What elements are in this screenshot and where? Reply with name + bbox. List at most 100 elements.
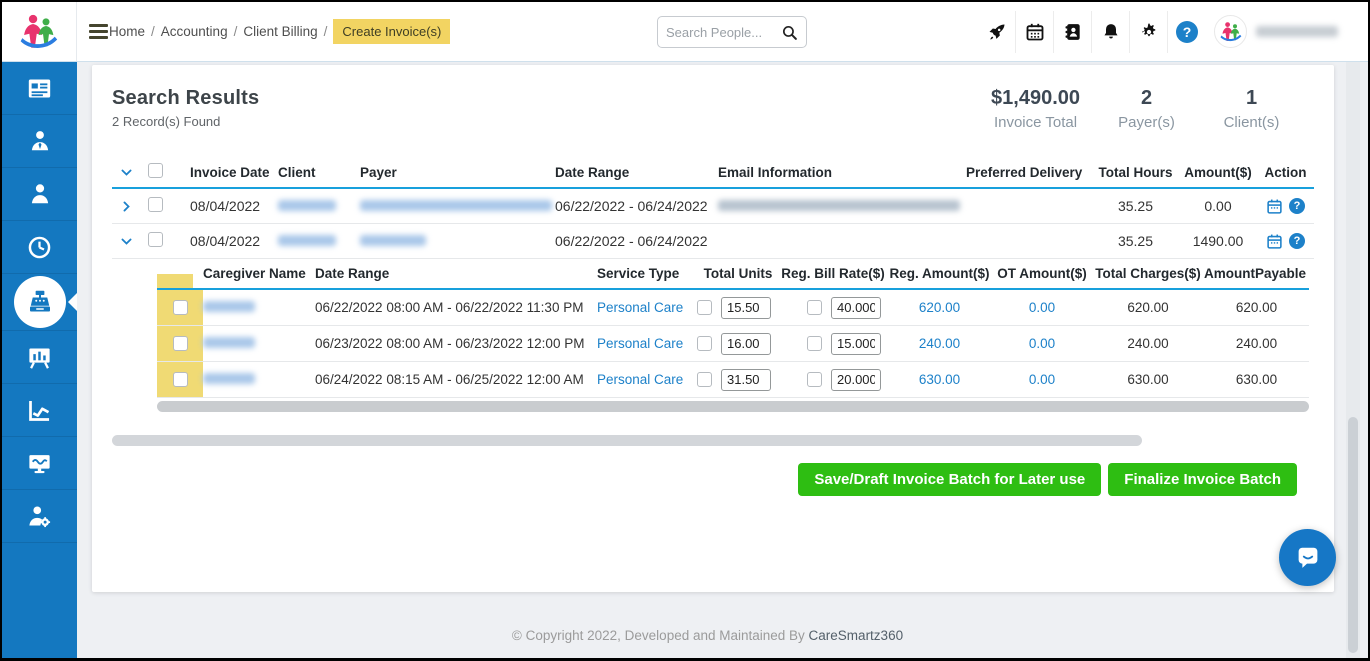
- contacts-icon[interactable]: [1054, 11, 1092, 53]
- row-checkbox[interactable]: [148, 232, 163, 247]
- sidebar-item-analytics[interactable]: [2, 384, 77, 437]
- people-search: [657, 16, 807, 48]
- payers-value: 2: [1108, 87, 1185, 110]
- user-name-redacted: [1256, 26, 1338, 37]
- breadcrumb-client-billing[interactable]: Client Billing: [243, 24, 317, 39]
- invoice-row: 08/04/2022 06/22/2022 - 06/24/2022 35.25…: [112, 224, 1314, 259]
- sidebar-item-scheduling[interactable]: [2, 221, 77, 274]
- bill-rate-input[interactable]: [831, 369, 881, 391]
- sidebar-item-monitoring[interactable]: [2, 437, 77, 490]
- detail-select-col-highlight: [157, 259, 203, 288]
- quick-launch-icon[interactable]: [978, 11, 1016, 53]
- help-icon[interactable]: ?: [1168, 11, 1206, 53]
- ot-amount-link[interactable]: 0.00: [992, 372, 1092, 387]
- total-units-input[interactable]: [721, 333, 771, 355]
- units-override-checkbox[interactable]: [697, 372, 712, 387]
- caregiver-link-redacted[interactable]: [203, 337, 255, 348]
- clients-label: Client(s): [1213, 114, 1290, 131]
- breadcrumb-home[interactable]: Home: [109, 24, 145, 39]
- invoice-date-value: 08/04/2022: [190, 233, 278, 249]
- service-type-link[interactable]: Personal Care: [597, 336, 697, 351]
- vertical-scrollbar-thumb[interactable]: [1348, 417, 1358, 653]
- clients-value: 1: [1213, 87, 1290, 110]
- bill-rate-input[interactable]: [831, 333, 881, 355]
- reg-amount-link[interactable]: 630.00: [887, 372, 992, 387]
- visit-checkbox-highlighted[interactable]: [173, 300, 188, 315]
- collapse-all-chevron-icon[interactable]: [112, 166, 148, 179]
- sidebar-item-accounting-active[interactable]: [2, 274, 77, 331]
- sidebar-item-dashboard[interactable]: [2, 62, 77, 115]
- payer-link-redacted[interactable]: [360, 235, 426, 246]
- caregiver-link-redacted[interactable]: [203, 373, 255, 384]
- live-chat-button[interactable]: [1279, 529, 1336, 586]
- rate-override-checkbox[interactable]: [807, 300, 822, 315]
- expand-row-chevron-icon[interactable]: [112, 200, 148, 213]
- invoice-row: 08/04/2022 06/22/2022 - 06/24/2022 35.25…: [112, 189, 1314, 224]
- sidebar-item-reports[interactable]: [2, 331, 77, 384]
- settings-gear-icon[interactable]: [1130, 11, 1168, 53]
- bill-rate-input[interactable]: [831, 297, 881, 319]
- col-action: Action: [1258, 165, 1313, 180]
- finalize-batch-button[interactable]: Finalize Invoice Batch: [1108, 463, 1297, 496]
- schedule-calendar-icon[interactable]: [1266, 233, 1283, 250]
- calendar-icon[interactable]: [1016, 11, 1054, 53]
- invoice-table-horizontal-scrollbar[interactable]: [112, 435, 1142, 446]
- rate-override-checkbox[interactable]: [807, 372, 822, 387]
- schedule-calendar-icon[interactable]: [1266, 198, 1283, 215]
- service-type-link[interactable]: Personal Care: [597, 372, 697, 387]
- select-all-checkbox[interactable]: [148, 163, 163, 178]
- reg-amount-link[interactable]: 620.00: [887, 300, 992, 315]
- search-input[interactable]: [666, 25, 777, 40]
- collapse-row-chevron-icon[interactable]: [112, 235, 148, 248]
- amount-payable-value: 240.00: [1204, 336, 1309, 351]
- detail-table-horizontal-scrollbar[interactable]: [157, 401, 1309, 412]
- col-amount-payable: AmountPayable: [1204, 266, 1309, 281]
- ot-amount-link[interactable]: 0.00: [992, 300, 1092, 315]
- search-icon[interactable]: [781, 24, 798, 41]
- breadcrumb-accounting[interactable]: Accounting: [161, 24, 228, 39]
- col-date-range: Date Range: [555, 165, 718, 180]
- units-override-checkbox[interactable]: [697, 336, 712, 351]
- sidebar-item-admin[interactable]: [2, 490, 77, 543]
- reg-amount-link[interactable]: 240.00: [887, 336, 992, 351]
- row-help-icon[interactable]: ?: [1289, 198, 1305, 214]
- cash-register-icon: [25, 287, 55, 317]
- notifications-bell-icon[interactable]: [1092, 11, 1130, 53]
- col-caregiver-name: Caregiver Name: [203, 266, 315, 281]
- sidebar-item-clients[interactable]: [2, 168, 77, 221]
- client-link-redacted[interactable]: [278, 235, 336, 246]
- save-draft-batch-button[interactable]: Save/Draft Invoice Batch for Later use: [798, 463, 1101, 496]
- units-override-checkbox[interactable]: [697, 300, 712, 315]
- sidebar-item-caregivers[interactable]: [2, 115, 77, 168]
- total-units-input[interactable]: [721, 369, 771, 391]
- amount-value: 1490.00: [1178, 233, 1258, 249]
- col-reg-amount: Reg. Amount($): [887, 266, 992, 281]
- breadcrumb-separator: /: [234, 24, 238, 39]
- chat-bubble-icon: [1293, 543, 1323, 573]
- total-units-input[interactable]: [721, 297, 771, 319]
- caresmartz-logo-icon: [18, 11, 60, 53]
- col-service-type: Service Type: [597, 266, 697, 281]
- breadcrumb-separator: /: [324, 24, 328, 39]
- menu-toggle-icon[interactable]: [89, 24, 108, 42]
- visit-checkbox-highlighted[interactable]: [173, 336, 188, 351]
- newsfeed-icon: [26, 75, 53, 102]
- row-help-icon[interactable]: ?: [1289, 233, 1305, 249]
- client-link-redacted[interactable]: [278, 200, 336, 211]
- app-logo[interactable]: [2, 2, 77, 61]
- ot-amount-link[interactable]: 0.00: [992, 336, 1092, 351]
- breadcrumb: Home / Accounting / Client Billing / Cre…: [109, 2, 450, 61]
- summary-stats: $1,490.00 Invoice Total 2 Payer(s) 1 Cli…: [977, 87, 1304, 131]
- rate-override-checkbox[interactable]: [807, 336, 822, 351]
- user-menu[interactable]: [1214, 15, 1338, 48]
- service-type-link[interactable]: Personal Care: [597, 300, 697, 315]
- payer-link-redacted[interactable]: [360, 200, 552, 211]
- invoice-total-label: Invoice Total: [991, 114, 1080, 131]
- clock-icon: [26, 234, 53, 261]
- caregiver-link-redacted[interactable]: [203, 301, 255, 312]
- row-checkbox[interactable]: [148, 197, 163, 212]
- detail-table-header: Caregiver Name Date Range Service Type T…: [157, 259, 1309, 290]
- visit-checkbox-highlighted[interactable]: [173, 372, 188, 387]
- total-charges-value: 630.00: [1092, 372, 1204, 387]
- col-ot-amount: OT Amount($): [992, 266, 1092, 281]
